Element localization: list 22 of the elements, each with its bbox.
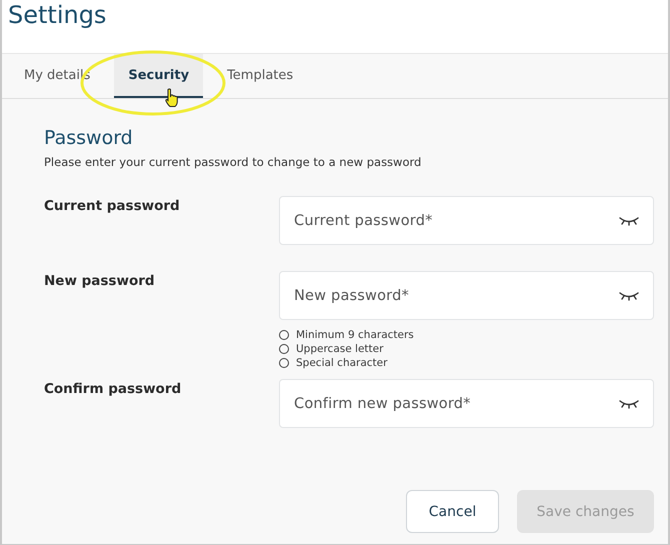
password-field[interactable]: Confirm new password* [279, 379, 654, 428]
eye-closed-icon[interactable] [619, 398, 639, 408]
eye-closed-icon[interactable] [619, 290, 639, 300]
tab[interactable]: Security [114, 54, 204, 98]
password-field[interactable]: New password* [279, 271, 654, 320]
page-title: Settings [7, 0, 106, 31]
password-input[interactable]: New password* [294, 288, 619, 304]
requirement-text: Special character [296, 357, 388, 369]
hand-cursor-icon [164, 88, 180, 108]
requirement-text: Uppercase letter [296, 343, 384, 355]
password-field[interactable]: Current password* [279, 196, 654, 245]
field-label: Current password [44, 197, 181, 214]
password-input[interactable]: Confirm new password* [294, 396, 619, 412]
eye-closed-icon[interactable] [619, 216, 639, 226]
field-label: New password [44, 272, 156, 289]
cancel-button[interactable]: Cancel [406, 490, 499, 533]
requirement-text: Minimum 9 characters [296, 329, 414, 341]
section-heading: Password [44, 127, 133, 149]
section-description: Please enter your current password to change to a new password [44, 155, 422, 169]
field-label: Confirm password [44, 380, 182, 397]
password-input[interactable]: Current password* [294, 212, 619, 228]
tab[interactable]: Templates [213, 54, 308, 98]
